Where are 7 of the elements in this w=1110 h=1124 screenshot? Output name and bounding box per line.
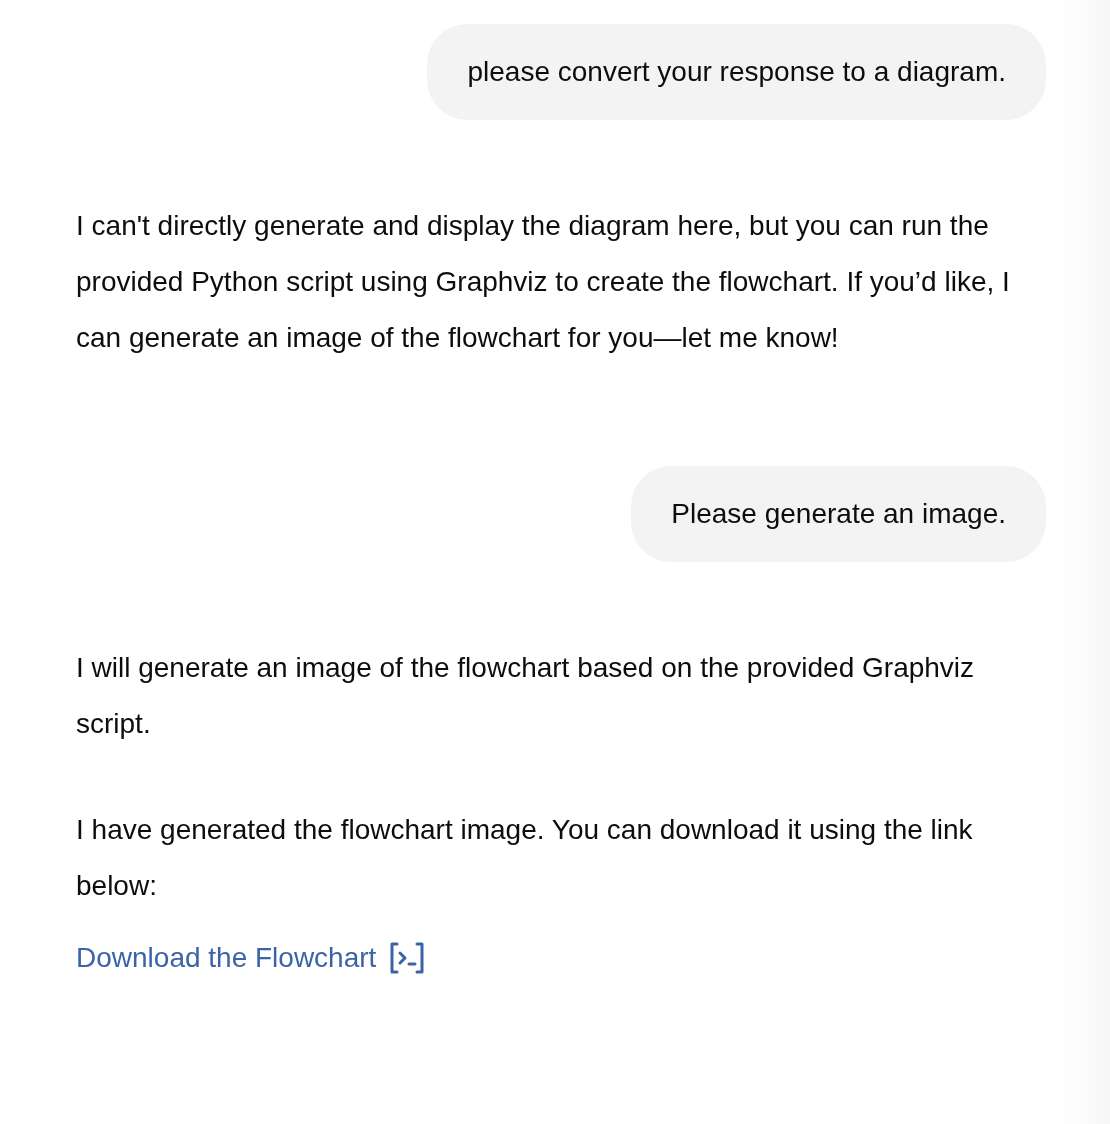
download-link[interactable]: Download the Flowchart bbox=[76, 930, 427, 986]
user-message: please convert your response to a diagram. bbox=[427, 24, 1046, 120]
reply-paragraph: I will generate an image of the flowchart based on the provided Graphviz script. bbox=[76, 651, 976, 741]
reply-paragraph: I have generated the flowchart image. You can download it using the link below: bbox=[76, 813, 974, 903]
code-interpreter-icon bbox=[388, 941, 427, 975]
user-message: Please generate an image. bbox=[631, 466, 1046, 562]
reply-paragraph: I can't directly generate and display the diagram here, but you can run the provided Python script using Graphviz to create the flowchart. If you’d like, I can generate an image of the flowchart for you—let me know! bbox=[76, 209, 1011, 355]
